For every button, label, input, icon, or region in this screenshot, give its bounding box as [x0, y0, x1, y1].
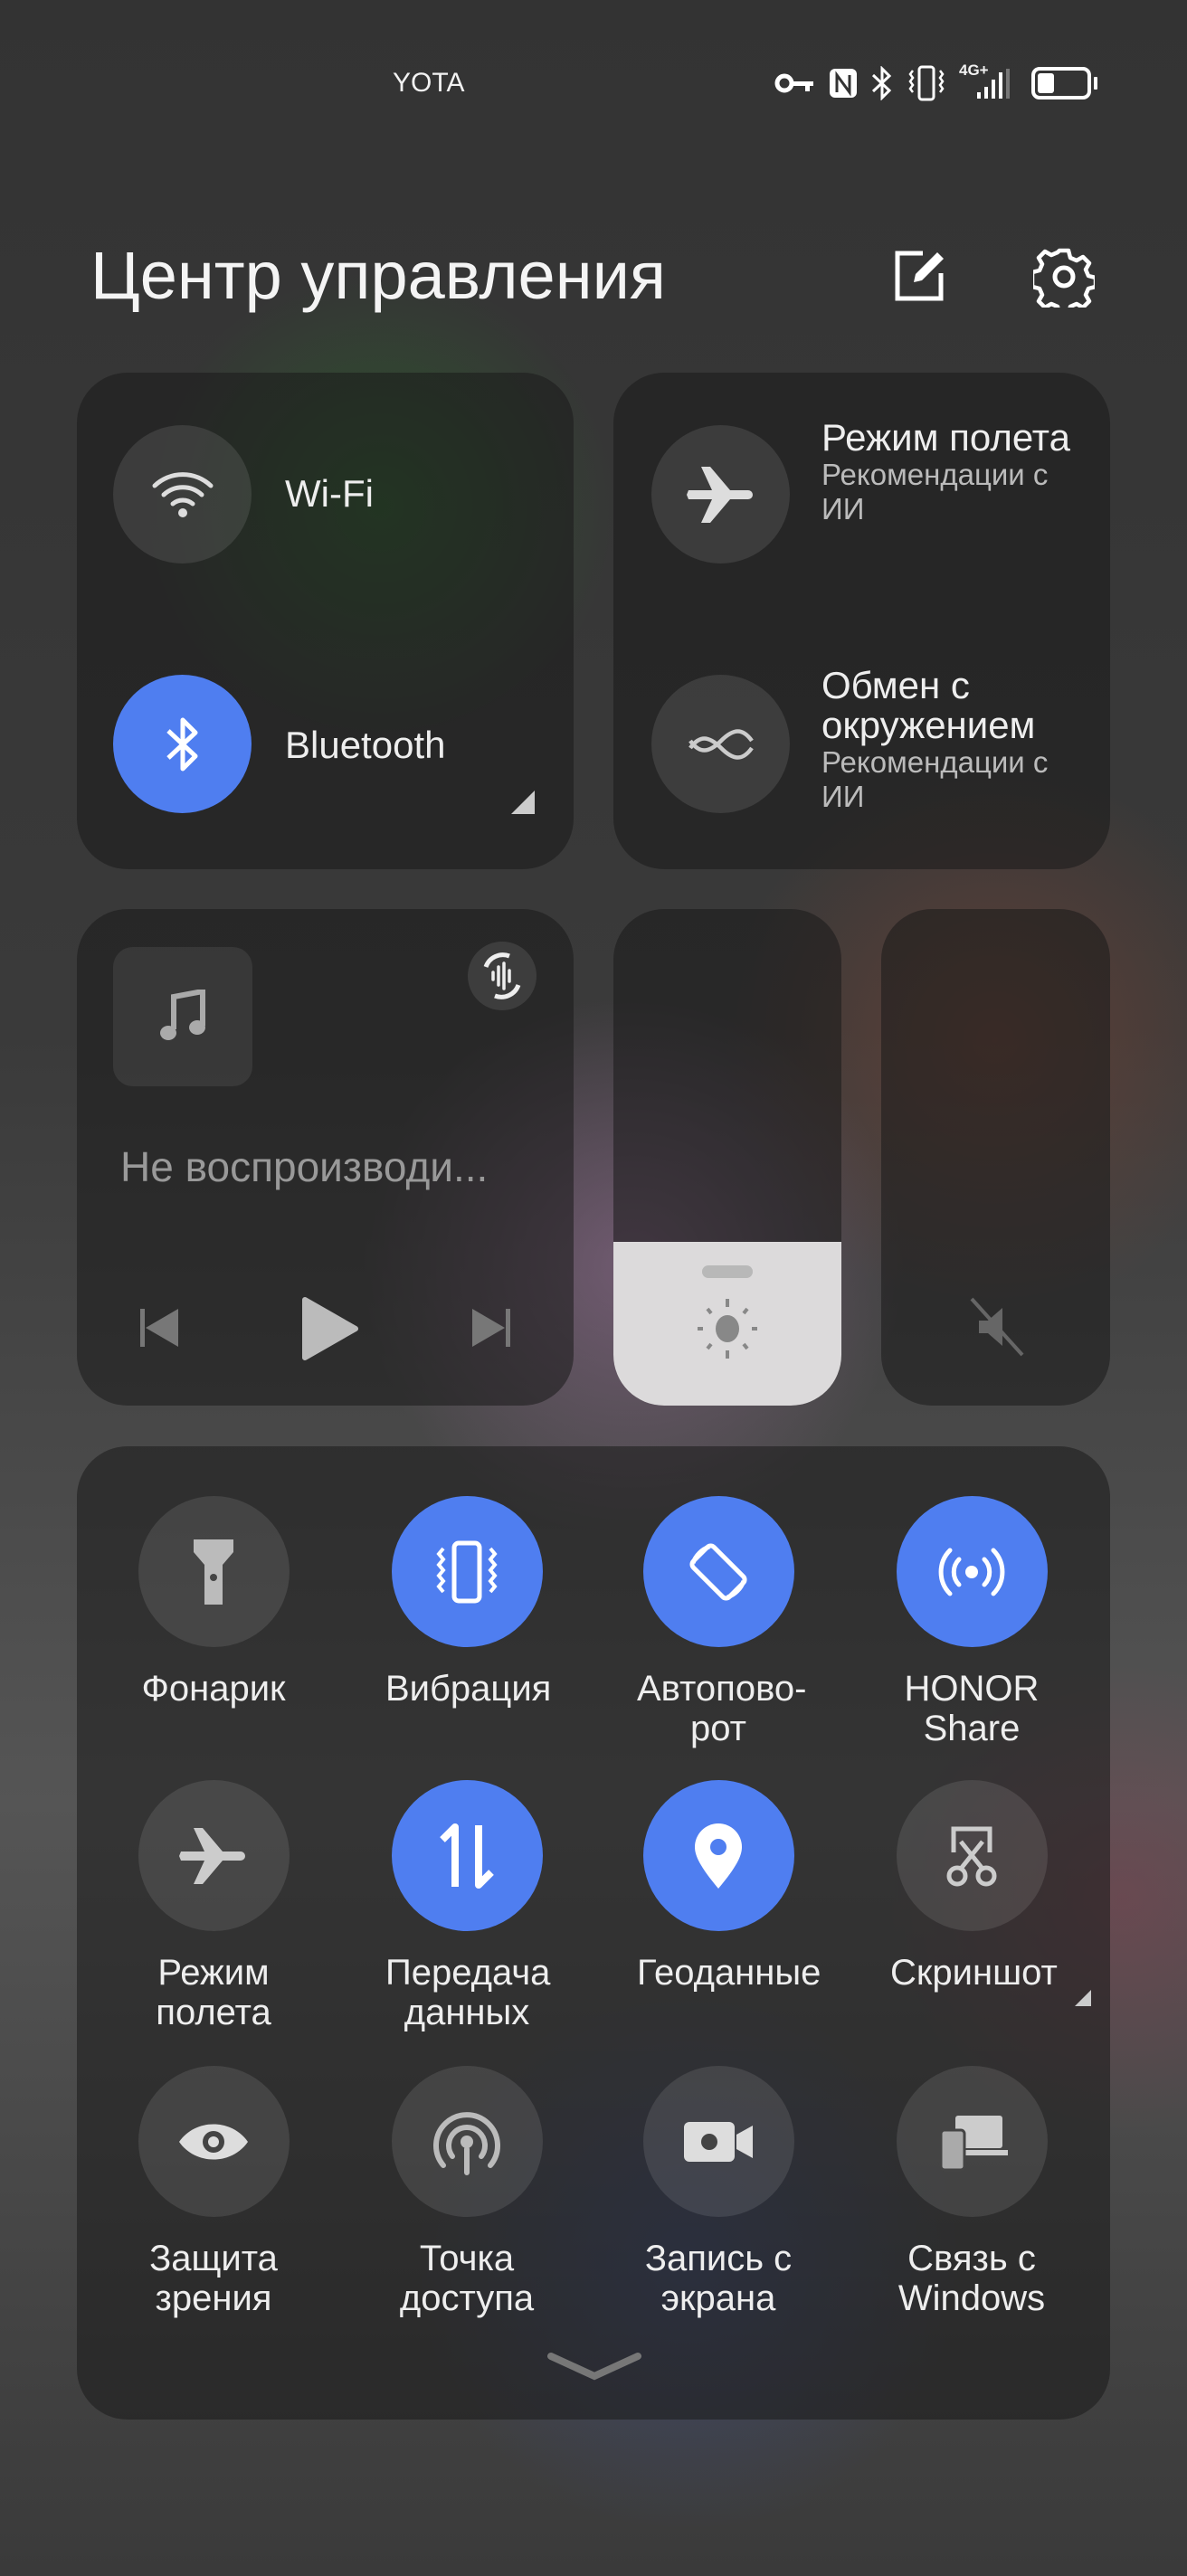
- sun-icon: [698, 1299, 757, 1359]
- vibrate-icon: [908, 65, 945, 101]
- toggle-screen-record[interactable]: Запись с экрана: [601, 2066, 836, 2318]
- toggle-label: HONOR Share: [904, 1669, 1040, 1748]
- signal-icon: 4G+: [959, 62, 1013, 101]
- toggle-button[interactable]: [391, 2066, 543, 2217]
- toggle-label: Скриншот: [890, 1953, 1058, 1993]
- expand-chevron-icon[interactable]: [547, 2351, 641, 2382]
- toggle-label: Автопово-рот: [637, 1669, 807, 1748]
- bluetooth-label[interactable]: Bluetooth: [285, 724, 445, 767]
- toggle-label: Точка доступа: [399, 2239, 535, 2318]
- toggle-button[interactable]: [642, 1780, 794, 1931]
- music-note-icon: [160, 990, 205, 1040]
- airplane-suggest[interactable]: Режим полета Рекомендации с ИИ: [821, 418, 1093, 526]
- volume-muted-icon: [970, 1297, 1024, 1357]
- toggle-label: Запись с экрана: [644, 2239, 793, 2318]
- play-icon[interactable]: [301, 1296, 359, 1361]
- toggle-vibrate[interactable]: Вибрация: [349, 1496, 584, 1709]
- toggle-label: Передача данных: [385, 1953, 551, 2032]
- toggle-auto-rotate[interactable]: Автопово-рот: [601, 1496, 836, 1748]
- nfc-icon: [830, 69, 857, 98]
- expand-corner-icon[interactable]: [509, 789, 537, 816]
- windows-link-icon: [935, 2110, 1008, 2174]
- toggle-label: Вибрация: [385, 1669, 552, 1709]
- page-title: Центр управления: [90, 238, 666, 313]
- airplane-suggest-subtitle: Рекомендации с ИИ: [821, 458, 1049, 526]
- toggle-hotspot[interactable]: Точка доступа: [349, 2066, 584, 2318]
- toggle-button[interactable]: [896, 2066, 1048, 2217]
- screen-record-icon: [680, 2115, 756, 2169]
- hotspot-icon: [431, 2106, 503, 2178]
- toggle-honor-share[interactable]: HONOR Share: [854, 1496, 1089, 1748]
- brightness-slider[interactable]: [613, 909, 841, 1406]
- vpn-key-icon: [774, 73, 813, 93]
- toggle-label: Защита зрения: [149, 2239, 278, 2318]
- battery-icon: [1031, 67, 1097, 99]
- album-art[interactable]: [113, 947, 252, 1086]
- mobile-data-icon: [435, 1820, 499, 1892]
- toggle-windows-link[interactable]: Связь с Windows: [854, 2066, 1089, 2318]
- edit-icon[interactable]: [890, 248, 948, 306]
- connectivity-card: Wi-Fi Bluetooth: [77, 373, 574, 869]
- auto-rotate-icon: [682, 1536, 755, 1608]
- carrier-label: YOTA: [393, 68, 465, 98]
- toggle-flashlight[interactable]: Фонарик: [96, 1496, 331, 1709]
- toggle-label: Фонарик: [141, 1669, 286, 1709]
- bluetooth-icon: [871, 66, 892, 100]
- toggle-label: Связь с Windows: [897, 2239, 1046, 2318]
- airplane-icon: [686, 466, 753, 523]
- toggle-button[interactable]: [896, 1780, 1048, 1931]
- toggle-label: Геоданные: [637, 1953, 821, 1993]
- brightness-handle[interactable]: [702, 1265, 753, 1278]
- toggle-button[interactable]: [138, 2066, 290, 2217]
- next-icon[interactable]: [470, 1305, 512, 1350]
- toggle-button[interactable]: [642, 1496, 794, 1647]
- nearby-share-icon: [688, 728, 754, 760]
- toggle-label: Режим полета: [156, 1953, 271, 2032]
- toggle-button[interactable]: [138, 1780, 290, 1931]
- gear-icon[interactable]: [1033, 246, 1095, 308]
- volume-slider[interactable]: [881, 909, 1110, 1406]
- audio-output-icon[interactable]: [466, 940, 538, 1012]
- airplane-icon: [177, 1824, 250, 1888]
- media-card: Не воспроизводи...: [77, 909, 574, 1406]
- airplane-suggest-title: Режим полета: [821, 416, 1070, 459]
- bluetooth-toggle[interactable]: [113, 675, 252, 813]
- toggle-button[interactable]: [896, 1496, 1048, 1647]
- honor-share-icon: [935, 1536, 1008, 1608]
- toggle-button[interactable]: [391, 1780, 543, 1931]
- media-status: Не воспроизводи...: [120, 1143, 489, 1190]
- share-suggest[interactable]: Обмен с окружением Рекомендации с ИИ: [821, 666, 1093, 814]
- airplane-suggest-toggle[interactable]: [651, 425, 790, 564]
- vibrate-icon: [431, 1536, 503, 1608]
- flashlight-icon: [186, 1536, 241, 1608]
- eye-icon: [176, 2115, 252, 2169]
- status-icons: 4G+: [774, 62, 1097, 103]
- share-suggest-title: Обмен с окружением: [821, 664, 1036, 746]
- toggle-button[interactable]: [391, 1496, 543, 1647]
- wifi-icon: [152, 471, 213, 517]
- toggle-screenshot[interactable]: Скриншот: [854, 1780, 1091, 2006]
- quick-toggles-panel: Фонарик Вибрация Автопово-рот HONOR Share Ре…: [77, 1446, 1110, 2420]
- share-suggest-subtitle: Рекомендации с ИИ: [821, 745, 1049, 813]
- toggle-button[interactable]: [138, 1496, 290, 1647]
- toggle-airplane[interactable]: Режим полета: [96, 1780, 331, 2032]
- wifi-label[interactable]: Wi-Fi: [285, 472, 374, 516]
- share-suggest-toggle[interactable]: [651, 675, 790, 813]
- toggle-eye[interactable]: Защита зрения: [96, 2066, 331, 2318]
- previous-icon[interactable]: [138, 1305, 180, 1350]
- toggle-button[interactable]: [642, 2066, 794, 2217]
- location-icon: [691, 1820, 745, 1892]
- toggle-mobile-data[interactable]: Передача данных: [349, 1780, 584, 2032]
- screenshot-icon: [935, 1820, 1008, 1892]
- toggle-location[interactable]: Геоданные: [601, 1780, 836, 1993]
- wifi-toggle[interactable]: [113, 425, 252, 564]
- bluetooth-icon: [166, 717, 197, 771]
- expand-corner-icon[interactable]: [1073, 1988, 1093, 2008]
- smart-card: Режим полета Рекомендации с ИИ Обмен с о…: [613, 373, 1110, 869]
